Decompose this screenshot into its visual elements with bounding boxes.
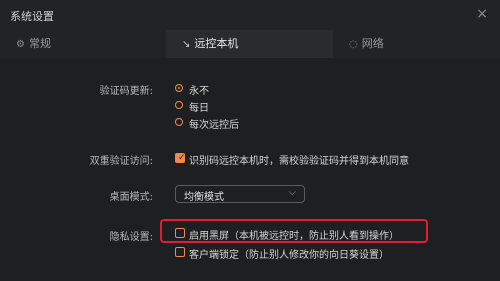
two-factor-checkbox-label: 识别码远控本机时，需校验验证码并得到本机同意 [189,156,409,167]
radio-never-label: 永不 [189,86,209,97]
privacy-settings-label: 隐私设置: [109,232,153,243]
radio-after-each-remote[interactable] [175,118,183,126]
tab-general[interactable]: ⚙ 常规 [0,30,166,58]
tab-remote-control-label: 远控本机 [194,37,239,50]
two-factor-checkbox[interactable]: ✓ [175,153,186,163]
remote-control-icon: ↘ [182,39,191,50]
chevron-down-icon: ⌵ [288,187,296,198]
privacy-client-lock-checkbox[interactable] [175,247,185,257]
title-bar: 系统设置 × [0,0,500,30]
radio-after-each-remote-label: 每次远控后 [189,120,239,131]
privacy-blackscreen-label: 启用黑屏（本机被远控时，防止别人看到操作） [189,231,399,242]
two-factor-label: 双重验证访问: [89,156,153,167]
radio-daily-label: 每日 [189,103,209,114]
radio-daily[interactable] [175,101,183,109]
radio-never[interactable] [175,84,183,92]
tab-bar: ⚙ 常规 ↘ 远控本机 ◌ 网络 [0,30,500,58]
desktop-mode-label: 桌面模式: [109,192,153,203]
tab-remote-control[interactable]: ↘ 远控本机 [166,30,333,58]
verification-update-label: 验证码更新: [99,86,153,97]
tab-network-label: 网络 [361,37,384,50]
network-icon: ◌ [349,39,358,50]
privacy-client-lock-label: 客户端锁定（防止别人修改你的向日葵设置） [189,250,389,261]
tab-general-label: 常规 [28,37,51,50]
desktop-mode-value: 均衡模式 [184,192,224,203]
gear-icon: ⚙ [16,39,25,50]
close-icon[interactable]: × [476,6,488,22]
checkmark-icon: ✓ [178,153,186,163]
privacy-blackscreen-checkbox[interactable] [175,228,185,238]
desktop-mode-select[interactable]: 均衡模式 ⌵ [175,185,305,203]
window-title: 系统设置 [10,10,54,23]
tab-network[interactable]: ◌ 网络 [333,30,500,58]
